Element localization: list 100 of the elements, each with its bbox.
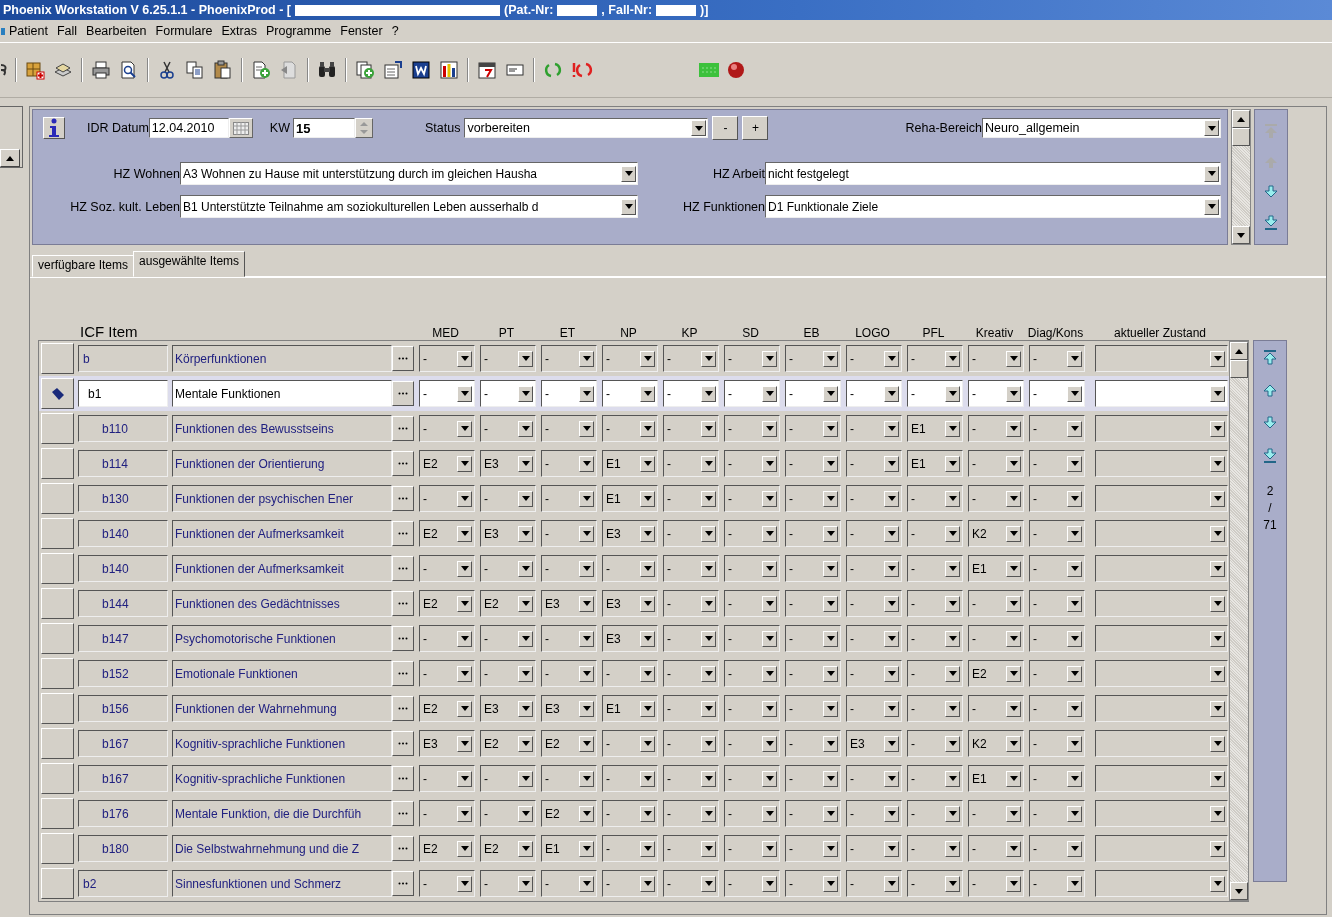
- rating-dropdown[interactable]: -: [663, 450, 719, 477]
- state-dropdown[interactable]: [1095, 555, 1228, 582]
- dropdown-arrow-button[interactable]: [518, 700, 533, 717]
- rating-dropdown[interactable]: -: [968, 695, 1024, 722]
- rating-dropdown[interactable]: -: [541, 485, 597, 512]
- more-button[interactable]: [392, 381, 414, 406]
- rating-dropdown[interactable]: -: [785, 450, 841, 477]
- dropdown-arrow-button[interactable]: [640, 595, 655, 612]
- dropdown-arrow-button[interactable]: [762, 420, 777, 437]
- rating-dropdown[interactable]: -: [1029, 485, 1085, 512]
- dropdown-arrow-button[interactable]: [701, 875, 716, 892]
- week-field[interactable]: 15: [292, 118, 355, 138]
- rating-dropdown[interactable]: -: [602, 730, 658, 757]
- more-button[interactable]: [392, 766, 414, 791]
- row-selector[interactable]: [41, 658, 74, 689]
- dropdown-arrow-button[interactable]: [579, 455, 594, 472]
- state-dropdown[interactable]: [1095, 730, 1228, 757]
- rating-dropdown[interactable]: -: [968, 415, 1024, 442]
- rating-dropdown[interactable]: -: [663, 800, 719, 827]
- rating-dropdown[interactable]: E2: [541, 800, 597, 827]
- rating-dropdown[interactable]: E2: [480, 730, 536, 757]
- rating-dropdown[interactable]: -: [907, 625, 963, 652]
- rating-dropdown[interactable]: -: [663, 625, 719, 652]
- dropdown-arrow-button[interactable]: [579, 420, 594, 437]
- dropdown-arrow-button[interactable]: [884, 770, 899, 787]
- dropdown-arrow-button[interactable]: [1210, 735, 1225, 752]
- rating-dropdown[interactable]: -: [785, 485, 841, 512]
- bar-chart-icon[interactable]: [439, 60, 459, 80]
- dropdown-arrow-button[interactable]: [823, 840, 838, 857]
- row-selector[interactable]: [41, 798, 74, 829]
- dropdown-arrow-button[interactable]: [701, 350, 716, 367]
- row-selector[interactable]: [41, 553, 74, 584]
- rating-dropdown[interactable]: -: [907, 555, 963, 582]
- rating-dropdown[interactable]: -: [1029, 345, 1085, 372]
- dropdown-arrow-button[interactable]: [457, 490, 472, 507]
- dropdown-arrow-button[interactable]: [457, 805, 472, 822]
- rating-dropdown[interactable]: E2: [480, 835, 536, 862]
- dropdown-arrow-button[interactable]: [1204, 165, 1219, 182]
- dropdown-arrow-button[interactable]: [1067, 385, 1082, 402]
- dropdown-arrow-button[interactable]: [640, 770, 655, 787]
- rating-dropdown[interactable]: -: [1029, 450, 1085, 477]
- dropdown-arrow-button[interactable]: [640, 350, 655, 367]
- dropdown-arrow-button[interactable]: [457, 630, 472, 647]
- dropdown-arrow-button[interactable]: [1067, 875, 1082, 892]
- dropdown-arrow-button[interactable]: [640, 735, 655, 752]
- dropdown-arrow-button[interactable]: [823, 875, 838, 892]
- dropdown-arrow-button[interactable]: [823, 700, 838, 717]
- dropdown-arrow-button[interactable]: [1006, 665, 1021, 682]
- rating-dropdown[interactable]: -: [663, 660, 719, 687]
- rating-dropdown[interactable]: -: [846, 695, 902, 722]
- dropdown-arrow-button[interactable]: [762, 770, 777, 787]
- dropdown-arrow-button[interactable]: [762, 735, 777, 752]
- rating-dropdown[interactable]: -: [968, 870, 1024, 897]
- rating-dropdown[interactable]: E3: [541, 590, 597, 617]
- dropdown-arrow-button[interactable]: [1210, 525, 1225, 542]
- dropdown-arrow-button[interactable]: [945, 875, 960, 892]
- dropdown-arrow-button[interactable]: [1006, 525, 1021, 542]
- dropdown-arrow-button[interactable]: [762, 805, 777, 822]
- rating-dropdown[interactable]: E1: [602, 695, 658, 722]
- last-record-icon[interactable]: [1262, 448, 1278, 464]
- dropdown-arrow-button[interactable]: [945, 385, 960, 402]
- dropdown-arrow-button[interactable]: [945, 630, 960, 647]
- dropdown-arrow-button[interactable]: [701, 735, 716, 752]
- last-record-icon[interactable]: [1263, 214, 1279, 231]
- goal-dropdown[interactable]: A3 Wohnen zu Hause mit unterstützung durch im gleichen Hausha: [180, 162, 638, 185]
- copy-add-icon[interactable]: [355, 60, 375, 80]
- rating-dropdown[interactable]: -: [602, 765, 658, 792]
- dropdown-arrow-button[interactable]: [823, 630, 838, 647]
- dropdown-arrow-button[interactable]: [1006, 700, 1021, 717]
- rating-dropdown[interactable]: -: [480, 555, 536, 582]
- rating-dropdown[interactable]: -: [907, 345, 963, 372]
- dropdown-arrow-button[interactable]: [1006, 875, 1021, 892]
- rating-dropdown[interactable]: -: [907, 800, 963, 827]
- binoculars-icon[interactable]: [317, 60, 337, 80]
- dropdown-arrow-button[interactable]: [945, 735, 960, 752]
- rating-dropdown[interactable]: -: [968, 800, 1024, 827]
- dropdown-arrow-button[interactable]: [884, 665, 899, 682]
- cut-icon[interactable]: [157, 60, 177, 80]
- dropdown-arrow-button[interactable]: [1067, 770, 1082, 787]
- dropdown-arrow-button[interactable]: [579, 805, 594, 822]
- dropdown-arrow-button[interactable]: [823, 490, 838, 507]
- rating-dropdown[interactable]: -: [602, 415, 658, 442]
- rating-dropdown[interactable]: -: [541, 450, 597, 477]
- dropdown-arrow-button[interactable]: [884, 525, 899, 542]
- scroll-thumb[interactable]: [1230, 360, 1248, 378]
- rating-dropdown[interactable]: -: [663, 345, 719, 372]
- dropdown-arrow-button[interactable]: [579, 840, 594, 857]
- dropdown-arrow-button[interactable]: [457, 700, 472, 717]
- dropdown-arrow-button[interactable]: [884, 455, 899, 472]
- rating-dropdown[interactable]: -: [846, 555, 902, 582]
- dropdown-arrow-button[interactable]: [1067, 490, 1082, 507]
- rating-dropdown[interactable]: -: [663, 415, 719, 442]
- more-button[interactable]: [392, 521, 414, 546]
- rating-dropdown[interactable]: -: [846, 415, 902, 442]
- rating-dropdown[interactable]: -: [724, 450, 780, 477]
- rating-dropdown[interactable]: -: [541, 345, 597, 372]
- row-selector[interactable]: [41, 623, 74, 654]
- dropdown-arrow-button[interactable]: [621, 165, 636, 182]
- dropdown-arrow-button[interactable]: [518, 875, 533, 892]
- rating-dropdown[interactable]: -: [663, 590, 719, 617]
